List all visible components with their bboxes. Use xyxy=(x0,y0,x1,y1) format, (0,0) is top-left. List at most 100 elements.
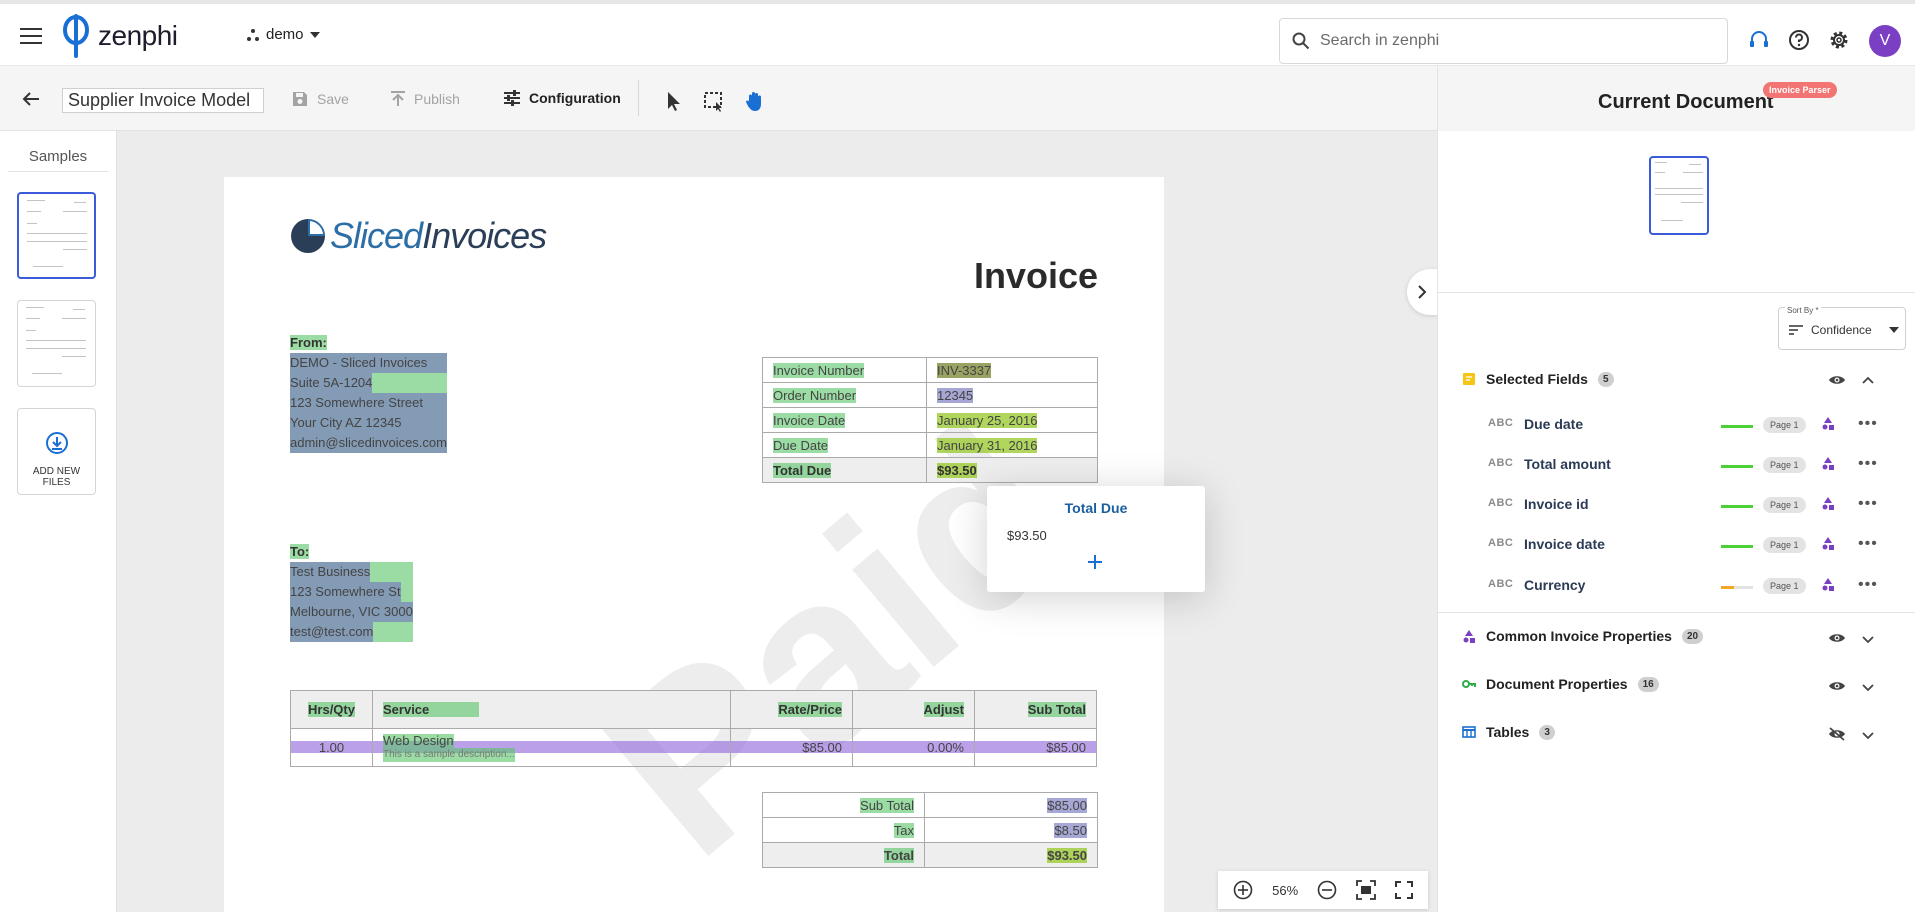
selected-fields-header[interactable]: Selected Fields 5 xyxy=(1462,371,1614,387)
column-header[interactable]: Sub Total xyxy=(1027,702,1086,717)
save-button[interactable]: Save xyxy=(291,90,349,108)
more-options-icon[interactable]: ••• xyxy=(1858,455,1878,473)
tables-header[interactable]: Tables 3 xyxy=(1462,724,1555,740)
selected-field-row[interactable]: ABC Total amount Page 1 ••• xyxy=(1438,445,1915,485)
eye-icon[interactable] xyxy=(1828,632,1846,644)
model-name-field[interactable]: Supplier Invoice Model xyxy=(62,88,264,113)
app-logo[interactable]: zenphi xyxy=(62,14,178,58)
total-label[interactable]: Sub Total xyxy=(860,797,914,813)
selected-fields-title: Selected Fields xyxy=(1486,371,1588,387)
chevron-up-icon[interactable] xyxy=(1862,376,1874,384)
chevron-down-icon[interactable] xyxy=(1862,684,1874,692)
pointer-tool-icon[interactable] xyxy=(663,90,685,112)
pan-hand-tool-icon[interactable] xyxy=(744,90,766,112)
shapes-icon[interactable] xyxy=(1821,456,1835,470)
total-label[interactable]: Total xyxy=(883,847,914,863)
publish-button[interactable]: Publish xyxy=(390,90,460,108)
shapes-icon[interactable] xyxy=(1821,536,1835,550)
address-line[interactable]: Melbourne, VIC 3000 xyxy=(290,602,413,622)
select-area-tool-icon[interactable] xyxy=(703,90,725,112)
total-value[interactable]: $8.50 xyxy=(1054,822,1087,838)
menu-icon[interactable] xyxy=(20,28,42,44)
more-options-icon[interactable]: ••• xyxy=(1858,576,1878,594)
fit-to-page-icon[interactable] xyxy=(1355,880,1376,900)
support-icon[interactable] xyxy=(1748,29,1770,51)
more-options-icon[interactable]: ••• xyxy=(1858,495,1878,513)
item-description[interactable]: This is a sample description... xyxy=(383,747,515,762)
total-value[interactable]: $93.50 xyxy=(1047,847,1087,863)
item-qty[interactable]: 1.00 xyxy=(319,740,344,755)
total-value[interactable]: $85.00 xyxy=(1047,797,1087,813)
total-label[interactable]: Tax xyxy=(893,822,914,838)
help-icon[interactable] xyxy=(1788,29,1810,51)
table-row: Sub Total $85.00 xyxy=(762,792,1098,818)
selected-field-row[interactable]: ABC Invoice id Page 1 ••• xyxy=(1438,485,1915,525)
eye-icon[interactable] xyxy=(1828,374,1846,386)
settings-gear-icon[interactable] xyxy=(1828,29,1850,51)
configuration-button[interactable]: Configuration xyxy=(503,90,621,106)
from-label[interactable]: From: xyxy=(290,335,327,350)
item-subtotal[interactable]: $85.00 xyxy=(1046,740,1086,755)
chevron-down-icon[interactable] xyxy=(1862,732,1874,740)
selected-field-row[interactable]: ABC Currency Page 1 ••• xyxy=(1438,566,1915,606)
search-input[interactable] xyxy=(1320,32,1700,50)
selected-field-row[interactable]: ABC Due date Page 1 ••• xyxy=(1438,405,1915,445)
add-field-plus-icon[interactable] xyxy=(1087,554,1103,570)
info-value[interactable]: $93.50 xyxy=(937,462,977,478)
more-options-icon[interactable]: ••• xyxy=(1858,535,1878,553)
address-line[interactable]: DEMO - Sliced Invoices xyxy=(290,353,447,373)
column-header[interactable]: Hrs/Qty xyxy=(308,702,355,717)
info-label[interactable]: Order Number xyxy=(773,387,857,403)
info-value[interactable]: INV-3337 xyxy=(937,362,992,378)
info-value[interactable]: January 31, 2016 xyxy=(937,437,1038,453)
document-properties-title: Document Properties xyxy=(1486,676,1628,692)
sample-thumbnail-1[interactable] xyxy=(17,192,96,279)
eye-off-icon[interactable] xyxy=(1828,727,1846,741)
item-adjust[interactable]: 0.00% xyxy=(927,740,964,755)
shapes-icon[interactable] xyxy=(1821,416,1835,430)
info-label[interactable]: Invoice Number xyxy=(773,362,865,378)
common-invoice-properties-header[interactable]: Common Invoice Properties 20 xyxy=(1462,628,1704,644)
selected-field-row[interactable]: ABC Invoice date Page 1 ••• xyxy=(1438,525,1915,565)
address-line[interactable]: Suite 5A-1204 xyxy=(290,373,373,393)
workspace-selector[interactable]: demo xyxy=(246,26,320,43)
selected-fields-count: 5 xyxy=(1597,371,1614,387)
item-service[interactable]: Web Design xyxy=(383,733,454,748)
add-new-files-button[interactable]: ADD NEW FILES xyxy=(17,408,96,495)
address-line[interactable]: Test Business xyxy=(290,562,371,582)
sort-by-select[interactable]: Sort By * Confidence xyxy=(1778,306,1906,350)
zoom-in-icon[interactable] xyxy=(1233,880,1253,900)
document-canvas[interactable]: Paid SlicedInvoices Invoice From: DEMO -… xyxy=(117,131,1437,912)
address-line[interactable]: Your City AZ 12345 xyxy=(290,413,447,433)
fullscreen-icon[interactable] xyxy=(1394,881,1413,899)
user-avatar[interactable]: V xyxy=(1869,25,1901,57)
eye-icon[interactable] xyxy=(1828,680,1846,692)
back-arrow-icon[interactable] xyxy=(22,90,40,108)
column-header[interactable]: Rate/Price xyxy=(778,702,842,717)
document-properties-header[interactable]: Document Properties 16 xyxy=(1462,676,1659,692)
info-label[interactable]: Due Date xyxy=(773,437,828,453)
info-label[interactable]: Total Due xyxy=(773,462,832,478)
address-line[interactable]: 123 Somewhere St xyxy=(290,582,401,602)
current-document-thumbnail[interactable] xyxy=(1649,156,1709,235)
address-line[interactable]: 123 Somewhere Street xyxy=(290,393,447,413)
chevron-down-icon[interactable] xyxy=(1862,636,1874,644)
table-row: Due Date January 31, 2016 xyxy=(762,432,1098,458)
info-value[interactable]: January 25, 2016 xyxy=(937,412,1038,428)
collapse-panel-button[interactable] xyxy=(1407,269,1437,315)
column-header[interactable]: Adjust xyxy=(923,702,964,717)
address-line[interactable]: admin@slicedinvoices.com xyxy=(290,433,447,453)
more-options-icon[interactable]: ••• xyxy=(1858,415,1878,433)
field-name: Due date xyxy=(1524,416,1584,432)
to-label[interactable]: To: xyxy=(290,544,310,559)
shapes-icon[interactable] xyxy=(1821,577,1835,591)
item-rate[interactable]: $85.00 xyxy=(802,740,842,755)
sample-thumbnail-2[interactable] xyxy=(17,300,96,387)
info-value[interactable]: 12345 xyxy=(937,387,974,403)
info-label[interactable]: Invoice Date xyxy=(773,412,846,428)
shapes-icon[interactable] xyxy=(1821,496,1835,510)
global-search[interactable] xyxy=(1279,18,1728,64)
zoom-out-icon[interactable] xyxy=(1317,880,1337,900)
column-header[interactable]: Service xyxy=(383,702,480,717)
address-line[interactable]: test@test.com xyxy=(290,622,374,642)
